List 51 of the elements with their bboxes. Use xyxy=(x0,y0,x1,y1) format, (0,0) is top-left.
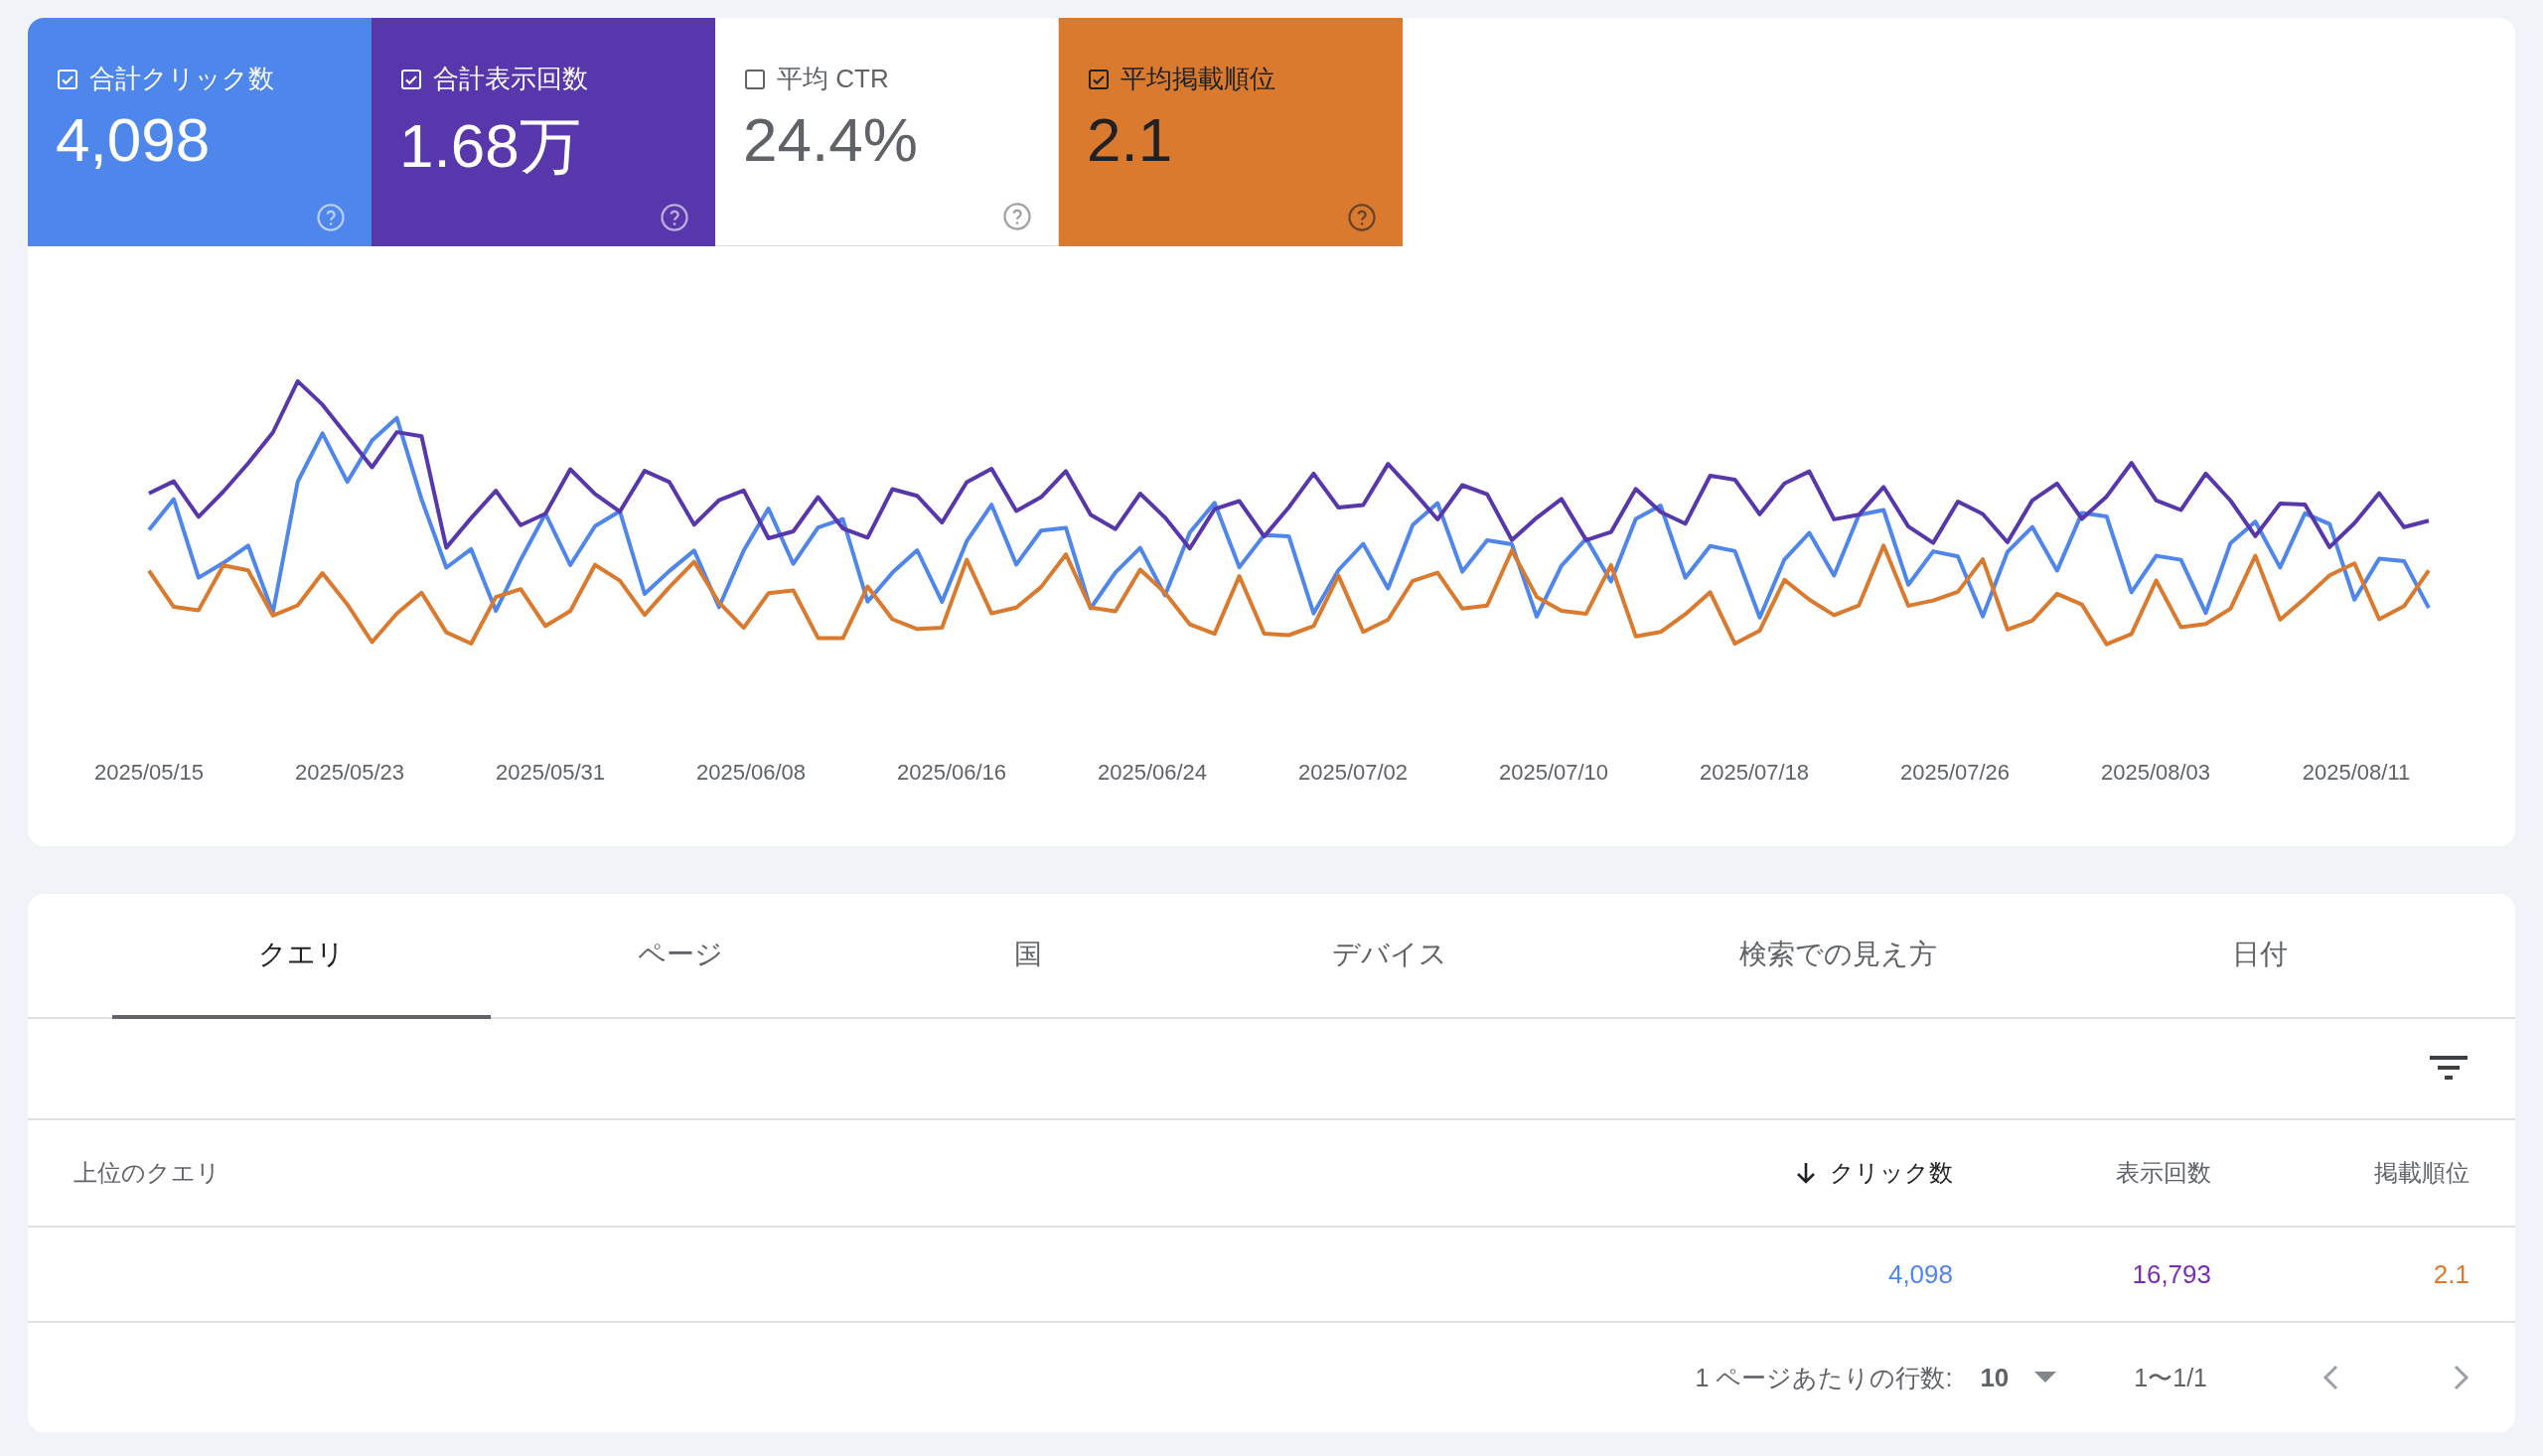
column-header[interactable]: 表示回数 xyxy=(1953,1157,2211,1189)
tab[interactable]: 検索での見え方 xyxy=(1592,894,2083,1019)
rows-per-page-dropdown[interactable]: 10 xyxy=(1980,1362,2057,1393)
checkbox[interactable] xyxy=(399,67,423,91)
metric-label: 合計表示回数 xyxy=(433,63,588,95)
tab[interactable]: 国 xyxy=(869,894,1187,1019)
axis-label: 2025/08/03 xyxy=(2099,760,2212,786)
chevron-right-icon[interactable] xyxy=(2454,1365,2469,1390)
rows-per-page-label: 1 ページあたりの行数: xyxy=(1695,1362,1953,1393)
column-header[interactable]: クリック数 xyxy=(1695,1157,1953,1189)
axis-label: 2025/06/08 xyxy=(694,760,808,786)
axis-label: 2025/05/15 xyxy=(92,760,206,786)
filter-icon[interactable] xyxy=(2430,1056,2468,1082)
metric-value: 4,098 xyxy=(56,104,212,175)
metric-value: 24.4% xyxy=(743,104,919,175)
checkbox[interactable] xyxy=(1087,67,1111,91)
axis-label: 2025/07/10 xyxy=(1497,760,1610,786)
axis-label: 2025/06/24 xyxy=(1096,760,1209,786)
help-icon[interactable] xyxy=(1347,203,1377,232)
sort-arrow-icon xyxy=(1796,1161,1816,1185)
checkbox[interactable] xyxy=(56,67,79,91)
metric-card[interactable]: 合計表示回数 1.68万 xyxy=(372,18,715,246)
axis-label: 2025/05/23 xyxy=(293,760,406,786)
tab[interactable]: ページ xyxy=(491,894,869,1019)
tab[interactable]: 日付 xyxy=(2083,894,2436,1019)
metric-card[interactable]: 平均掲載順位 2.1 xyxy=(1059,18,1403,246)
tab[interactable]: デバイス xyxy=(1187,894,1592,1019)
metric-card[interactable]: 合計クリック数 4,098 xyxy=(28,18,372,246)
metric-label: 平均 CTR xyxy=(777,63,889,95)
axis-label: 2025/07/02 xyxy=(1296,760,1410,786)
axis-label: 2025/07/18 xyxy=(1698,760,1811,786)
metric-label: 合計クリック数 xyxy=(89,63,274,95)
metric-card[interactable]: 平均 CTR 24.4% xyxy=(715,18,1059,246)
axis-label: 2025/06/16 xyxy=(895,760,1008,786)
table-cell-text: 2.1 xyxy=(2432,1258,2469,1290)
page-range: 1〜1/1 xyxy=(2134,1362,2207,1393)
help-icon[interactable] xyxy=(1002,202,1032,231)
axis-label: 2025/07/26 xyxy=(1898,760,2012,786)
column-header[interactable]: 上位のクエリ xyxy=(74,1157,1695,1189)
table-cell-text: 4,098 xyxy=(1886,1258,1953,1290)
table-cell-text: 16,793 xyxy=(2131,1258,2211,1290)
metric-value: 2.1 xyxy=(1087,104,1174,175)
metric-value: 1.68万 xyxy=(399,110,582,182)
axis-label: 2025/08/11 xyxy=(2301,760,2412,786)
checkbox[interactable] xyxy=(743,67,767,91)
tab[interactable]: クエリ xyxy=(112,894,491,1019)
column-header[interactable]: 掲載順位 xyxy=(2211,1157,2469,1189)
metric-label: 平均掲載順位 xyxy=(1121,63,1275,95)
caret-icon[interactable] xyxy=(2034,1372,2057,1383)
chevron-left-icon[interactable] xyxy=(2322,1365,2338,1390)
axis-label: 2025/05/31 xyxy=(494,760,607,786)
